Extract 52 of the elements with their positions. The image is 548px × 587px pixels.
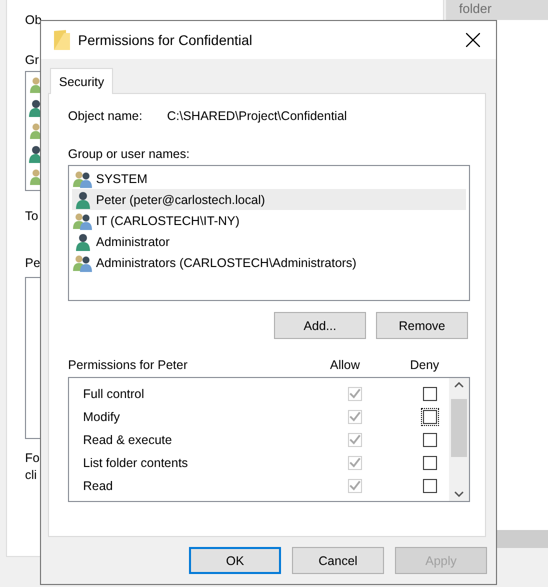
deny-checkbox[interactable] (423, 478, 437, 492)
section-label: Permissions for Peter (68, 358, 188, 372)
window-label: To (25, 209, 38, 223)
list-item[interactable]: folder (446, 0, 548, 20)
user-name: Administrator (96, 234, 170, 248)
user-list-item[interactable]: Administrators (CARLOSTECH\Administrators) (72, 252, 466, 273)
user-button[interactable]: Add... (274, 312, 366, 339)
user-button[interactable]: Remove (376, 312, 468, 339)
dialog-button[interactable]: OK (189, 547, 281, 574)
field-label: Object name: (68, 109, 144, 123)
dialog-button[interactable]: Cancel (292, 547, 384, 574)
tab[interactable]: Security (50, 68, 114, 94)
user-name: Peter (peter@carlostech.local) (96, 192, 266, 206)
window-title: Permissions for Confidential (78, 32, 254, 48)
users-icon (29, 122, 41, 140)
permission-name: Read & execute (83, 432, 173, 446)
window-label: Fo (25, 451, 40, 465)
permission-name: List folder contents (83, 456, 189, 470)
users-icon (72, 254, 94, 272)
users-icon (29, 168, 41, 186)
user-list[interactable]: SYSTEM Peter (peter@carlostech.local) IT (CARLOSTECH\IT-NY) Administrator Administrators (CARLOSTECH\Administrators) (68, 165, 470, 301)
deny-checkbox[interactable] (423, 456, 437, 470)
window-label: Gr (25, 53, 39, 67)
user-icon (29, 99, 41, 117)
column-heading: Deny (410, 358, 440, 372)
users-icon (29, 76, 41, 94)
users-icon (72, 170, 94, 188)
window-label: cli (25, 468, 37, 482)
user-list-item[interactable]: Administrator (72, 231, 466, 252)
column-heading: Allow (330, 358, 361, 372)
section-label: Group or user names: (68, 147, 190, 161)
deny-checkbox[interactable] (423, 386, 437, 400)
user-name: IT (CARLOSTECH\IT-NY) (96, 214, 240, 228)
permission-name: Read (83, 478, 114, 492)
window-label: Pe (25, 256, 40, 270)
users-icon (72, 212, 94, 230)
user-icon (29, 145, 41, 163)
permission-name: Modify (83, 410, 121, 424)
scroll-up-icon[interactable] (454, 382, 464, 388)
folder-icon (54, 30, 70, 50)
scroll-thumb[interactable] (451, 399, 467, 457)
user-list-item[interactable]: IT (CARLOSTECH\IT-NY) (72, 210, 466, 231)
object-path: C:\SHARED\Project\Confidential (167, 109, 347, 123)
close-icon (466, 33, 480, 47)
user-name: Administrators (CARLOSTECH\Administrators) (96, 256, 356, 270)
scrollbar[interactable] (449, 378, 469, 501)
deny-checkbox[interactable] (423, 432, 437, 446)
user-list-item[interactable]: SYSTEM (72, 168, 466, 189)
permission-name: Full control (83, 386, 146, 400)
user-list-item[interactable]: Peter (peter@carlostech.local) (72, 189, 466, 210)
user-name: SYSTEM (96, 172, 148, 186)
scroll-down-icon[interactable] (454, 491, 464, 497)
